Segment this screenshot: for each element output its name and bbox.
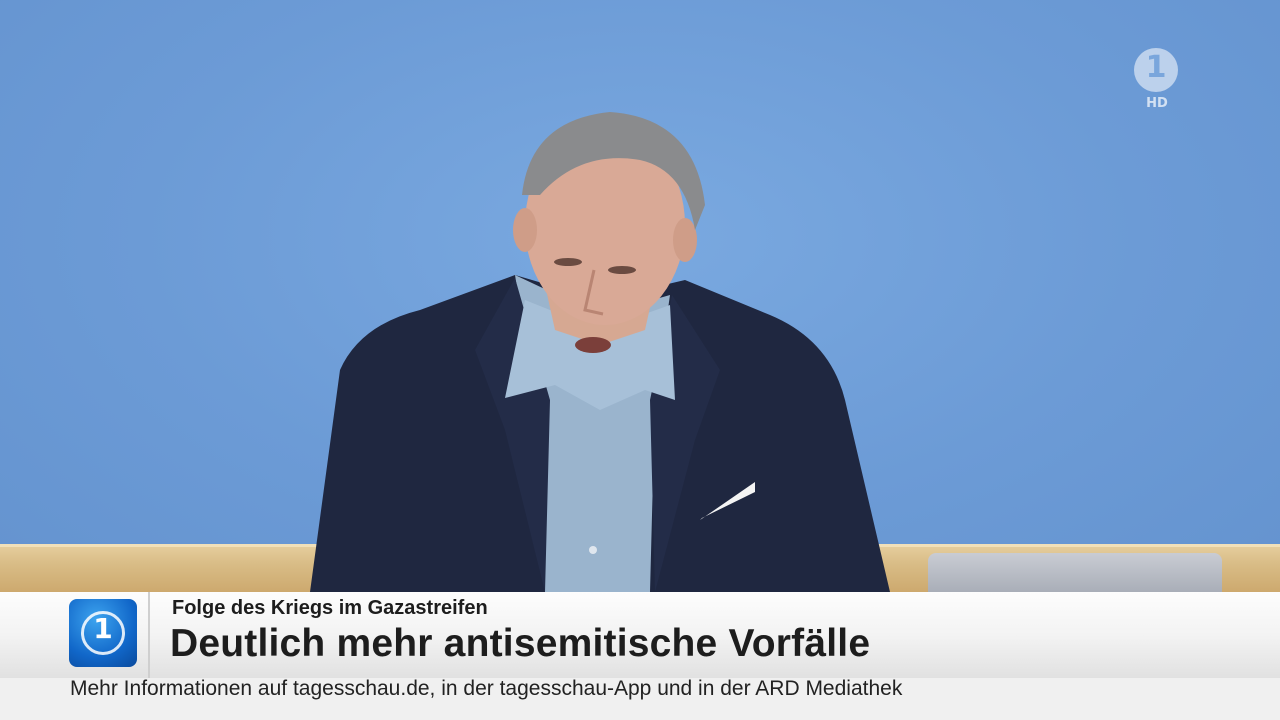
ard-logo-number: 1 xyxy=(1145,50,1167,85)
shirt-button xyxy=(589,546,597,554)
speaker-figure xyxy=(310,112,890,592)
eye-right xyxy=(608,266,636,274)
eye-left xyxy=(554,258,582,266)
headline-kicker: Folge des Kriegs im Gazastreifen xyxy=(172,597,488,619)
ticker-text: Mehr Informationen auf tagesschau.de, in… xyxy=(70,677,903,700)
ear-left xyxy=(513,208,537,252)
lower-third-divider xyxy=(148,592,150,678)
tagesschau-logo-number: 1 xyxy=(93,612,113,645)
hd-badge: HD xyxy=(1146,96,1168,111)
tagesschau-logo-icon: 1 xyxy=(69,599,137,667)
ard-logo-icon: 1 HD xyxy=(1134,48,1180,112)
ear-right xyxy=(673,218,697,262)
headline: Deutlich mehr antisemitische Vorfälle xyxy=(170,622,871,665)
mouth xyxy=(575,337,611,353)
laptop xyxy=(928,553,1222,592)
